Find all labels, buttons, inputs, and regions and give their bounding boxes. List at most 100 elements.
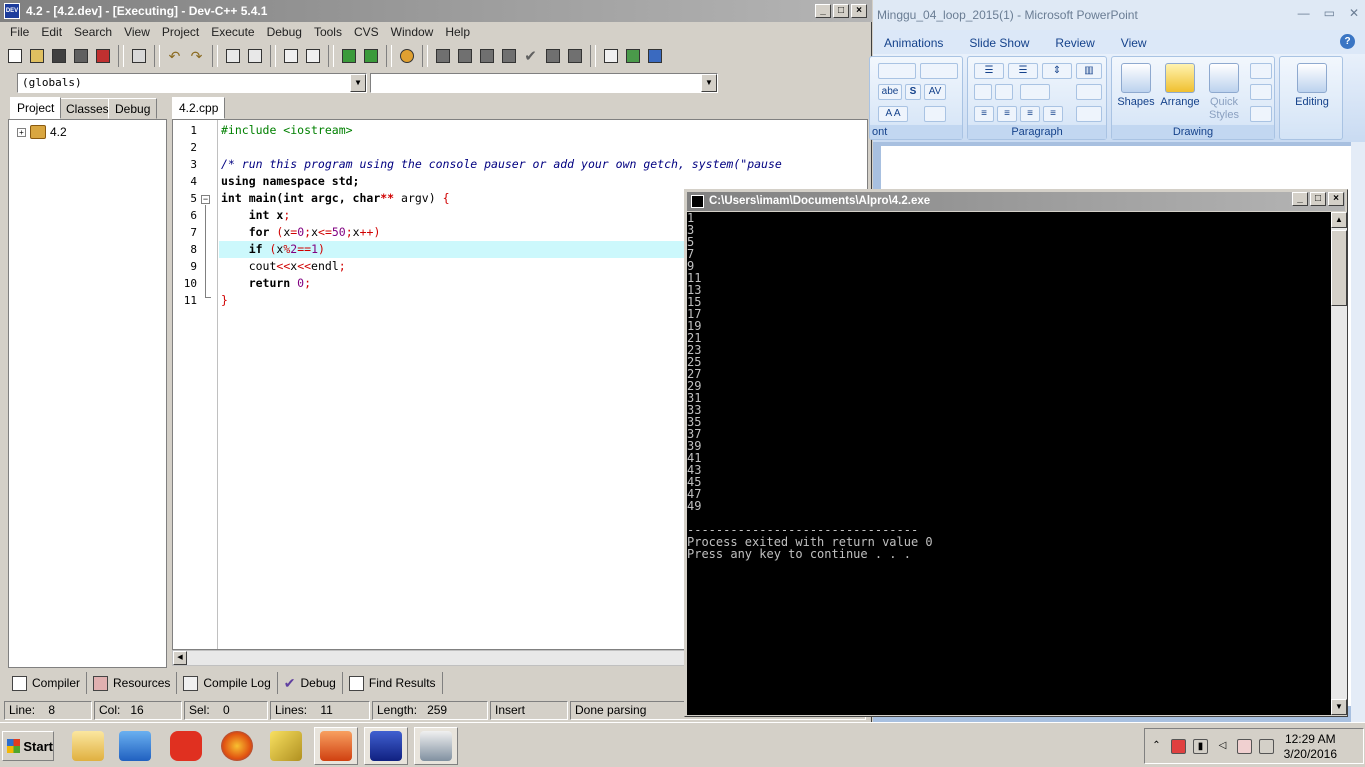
chevron-down-icon[interactable]: ▼ [701,74,717,92]
save-all-button[interactable] [70,46,91,67]
shadow-button[interactable]: S [905,84,921,100]
redo-button[interactable]: ↷ [186,46,207,67]
clock[interactable]: 12:29 AM 3/20/2016 [1284,732,1337,762]
tree-node-project[interactable]: + 4.2 [17,125,67,139]
menu-help[interactable]: Help [439,25,476,39]
menu-debug[interactable]: Debug [261,25,308,39]
arrange-button[interactable]: Arrange [1158,63,1202,109]
font-size-dropdown[interactable] [920,63,958,79]
tab-view[interactable]: View [1121,32,1147,54]
add-file-button[interactable] [338,46,359,67]
maximize-button[interactable]: □ [833,4,849,18]
tab-review[interactable]: Review [1055,32,1094,54]
minimize-button[interactable]: _ [815,4,831,18]
grow-font-button[interactable]: A A [878,106,908,122]
volume-icon[interactable]: ◁ [1215,739,1230,754]
start-button[interactable]: Start [2,731,54,761]
taskbar-app-powerpoint[interactable] [314,727,358,765]
tab-compile-log[interactable]: Compile Log [177,672,278,694]
console-title-bar[interactable]: C:\Users\imam\Documents\Alpro\4.2.exe [687,192,1345,211]
menu-project[interactable]: Project [156,25,205,39]
compile-button[interactable] [432,46,453,67]
replace-button[interactable] [244,46,265,67]
editing-button[interactable]: Editing [1286,63,1338,109]
minimize-button[interactable]: _ [1292,192,1308,206]
clear-format-button[interactable] [924,106,946,122]
menu-edit[interactable]: Edit [35,25,68,39]
undo-button[interactable]: ↶ [164,46,185,67]
rebuild-button[interactable] [498,46,519,67]
console-output[interactable]: 1 3 5 7 9 11 13 15 17 19 21 23 25 27 29 … [687,212,1331,715]
powerpoint-title-bar[interactable]: Minggu_04_loop_2015(1) - Microsoft Power… [873,0,1365,30]
antivirus-icon[interactable] [1171,738,1186,754]
line-spacing-button[interactable]: ⇕ [1042,63,1072,79]
tab-resources[interactable]: Resources [87,672,178,694]
taskbar-app-firefox[interactable] [215,727,259,765]
indent-button[interactable] [280,46,301,67]
network-icon[interactable] [1237,738,1252,754]
help-icon[interactable]: ? [1340,34,1355,49]
menu-execute[interactable]: Execute [205,25,260,39]
tab-editor-file[interactable]: 4.2.cpp [172,97,226,119]
scroll-left-icon[interactable]: ◀ [173,651,187,665]
project-options-button[interactable] [396,46,417,67]
signal-icon[interactable]: ▮ [1193,738,1208,754]
device-icon[interactable] [1259,738,1274,754]
shapes-button[interactable]: Shapes [1116,63,1156,109]
menu-window[interactable]: Window [385,25,440,39]
taskbar-app-explorer[interactable] [66,727,110,765]
tab-animations[interactable]: Animations [884,32,943,54]
justify-button[interactable]: ≡ [1043,106,1063,122]
tab-debug[interactable]: Debug [108,98,158,119]
goto-button[interactable] [600,46,621,67]
close-button[interactable]: × [851,4,867,18]
align-text-button[interactable] [1076,84,1102,100]
find-button[interactable] [222,46,243,67]
menu-file[interactable]: File [4,25,35,39]
minimize-icon[interactable]: — [1298,6,1310,20]
function-combo[interactable]: ▼ [370,73,718,93]
run-button[interactable] [454,46,475,67]
increase-indent-button[interactable] [995,84,1013,100]
tab-find-results[interactable]: Find Results [343,672,443,694]
fold-collapse-icon[interactable]: − [201,195,210,204]
decrease-indent-button[interactable] [974,84,992,100]
taskbar-app-media-player[interactable] [113,727,157,765]
shape-outline-button[interactable] [1250,84,1272,100]
syntax-check-button[interactable]: ✔ [520,46,541,67]
expand-icon[interactable]: + [17,127,26,137]
unindent-button[interactable] [302,46,323,67]
shape-fill-button[interactable] [1250,63,1272,79]
remove-file-button[interactable] [360,46,381,67]
devcpp-title-bar[interactable]: DEV 4.2 - [4.2.dev] - [Executing] - Dev-… [0,0,872,22]
taskbar-app-recorder[interactable] [164,727,208,765]
align-left-button[interactable]: ≡ [974,106,994,122]
menu-tools[interactable]: Tools [308,25,348,39]
scroll-up-icon[interactable]: ▲ [1331,212,1347,228]
open-button[interactable] [26,46,47,67]
tab-project[interactable]: Project [10,97,62,119]
new-file-button[interactable] [4,46,25,67]
smartart-button[interactable] [1076,106,1102,122]
taskbar-app-devcpp[interactable] [364,727,408,765]
scope-combo[interactable]: (globals) ▼ [17,73,367,93]
font-name-dropdown[interactable] [878,63,916,79]
scroll-down-icon[interactable]: ▼ [1331,699,1347,715]
numbering-button[interactable]: ☰ [1008,63,1038,79]
taskbar-app-console[interactable] [414,727,458,765]
restore-icon[interactable]: ▭ [1324,6,1335,20]
shape-effects-button[interactable] [1250,106,1272,122]
quick-styles-button[interactable]: Quick Styles [1204,63,1244,122]
print-button[interactable] [128,46,149,67]
chevron-down-icon[interactable]: ▼ [350,74,366,92]
menu-search[interactable]: Search [68,25,118,39]
maximize-button[interactable]: □ [1310,192,1326,206]
text-direction-button[interactable] [1020,84,1050,100]
bullets-button[interactable]: ☰ [974,63,1004,79]
menu-cvs[interactable]: CVS [348,25,385,39]
align-right-button[interactable]: ≡ [1020,106,1040,122]
close-icon[interactable]: ✕ [1349,6,1359,20]
save-button[interactable] [48,46,69,67]
close-button[interactable]: × [1328,192,1344,206]
powerpoint-vertical-scrollbar[interactable] [1351,142,1365,722]
